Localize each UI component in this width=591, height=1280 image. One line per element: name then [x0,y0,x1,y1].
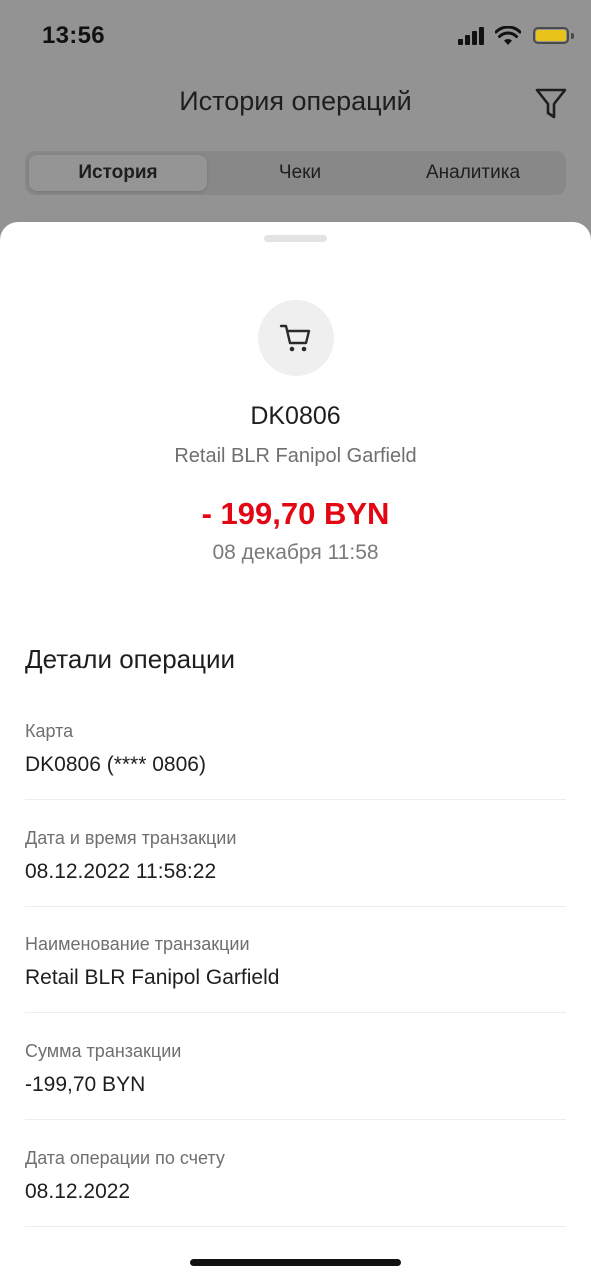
merchant-name: Retail BLR Fanipol Garfield [174,445,417,467]
operation-details-sheet: DK0806 Retail BLR Fanipol Garfield - 199… [0,222,591,1280]
detail-row-transaction-amount: Сумма транзакции -199,70 BYN [25,1040,566,1098]
detail-value: 08.12.2022 [25,1180,131,1203]
merchant-avatar [258,300,334,376]
divider [25,799,566,800]
detail-row-transaction-name: Наименование транзакции Retail BLR Fanip… [25,933,566,991]
detail-row-account-date: Дата операции по счету 08.12.2022 [25,1147,566,1205]
battery-level [536,30,566,41]
page-title: История операций [179,86,412,116]
detail-value: Retail BLR Fanipol Garfield [25,966,280,989]
status-icons [449,25,574,47]
detail-value: -199,70 BYN [25,1073,146,1096]
detail-label: Сумма транзакции [25,1041,182,1061]
detail-row-card: Карта DK0806 (**** 0806) [25,720,566,778]
cart-icon [279,324,311,352]
tab-history[interactable]: История [29,155,207,191]
detail-value: 08.12.2022 11:58:22 [25,860,217,883]
details-title: Детали операции [25,644,236,674]
tab-receipts[interactable]: Чеки [211,155,389,191]
status-bar: 13:56 [0,0,591,70]
wifi-icon [495,26,521,45]
tab-analytics[interactable]: Аналитика [384,155,562,191]
detail-row-transaction-datetime: Дата и время транзакции 08.12.2022 11:58… [25,827,566,885]
operation-amount: - 199,70 BYN [201,496,390,531]
divider [25,906,566,907]
filter-icon[interactable] [535,87,567,121]
status-time: 13:56 [42,22,105,49]
operation-date: 08 декабря 11:58 [212,541,379,564]
detail-label: Дата операции по счету [25,1148,225,1168]
detail-label: Дата и время транзакции [25,828,237,848]
battery-cap [571,33,574,39]
divider [25,1012,566,1013]
detail-value: DK0806 (**** 0806) [25,753,206,776]
home-indicator[interactable] [190,1259,401,1266]
divider [25,1119,566,1120]
detail-label: Карта [25,721,74,741]
card-name: DK0806 [250,402,341,430]
tabs-segmented-control: История Чеки Аналитика [25,151,566,195]
detail-label: Наименование транзакции [25,934,250,954]
sheet-grabber[interactable] [264,235,327,242]
divider [25,1226,566,1227]
signal-icon [458,27,485,45]
